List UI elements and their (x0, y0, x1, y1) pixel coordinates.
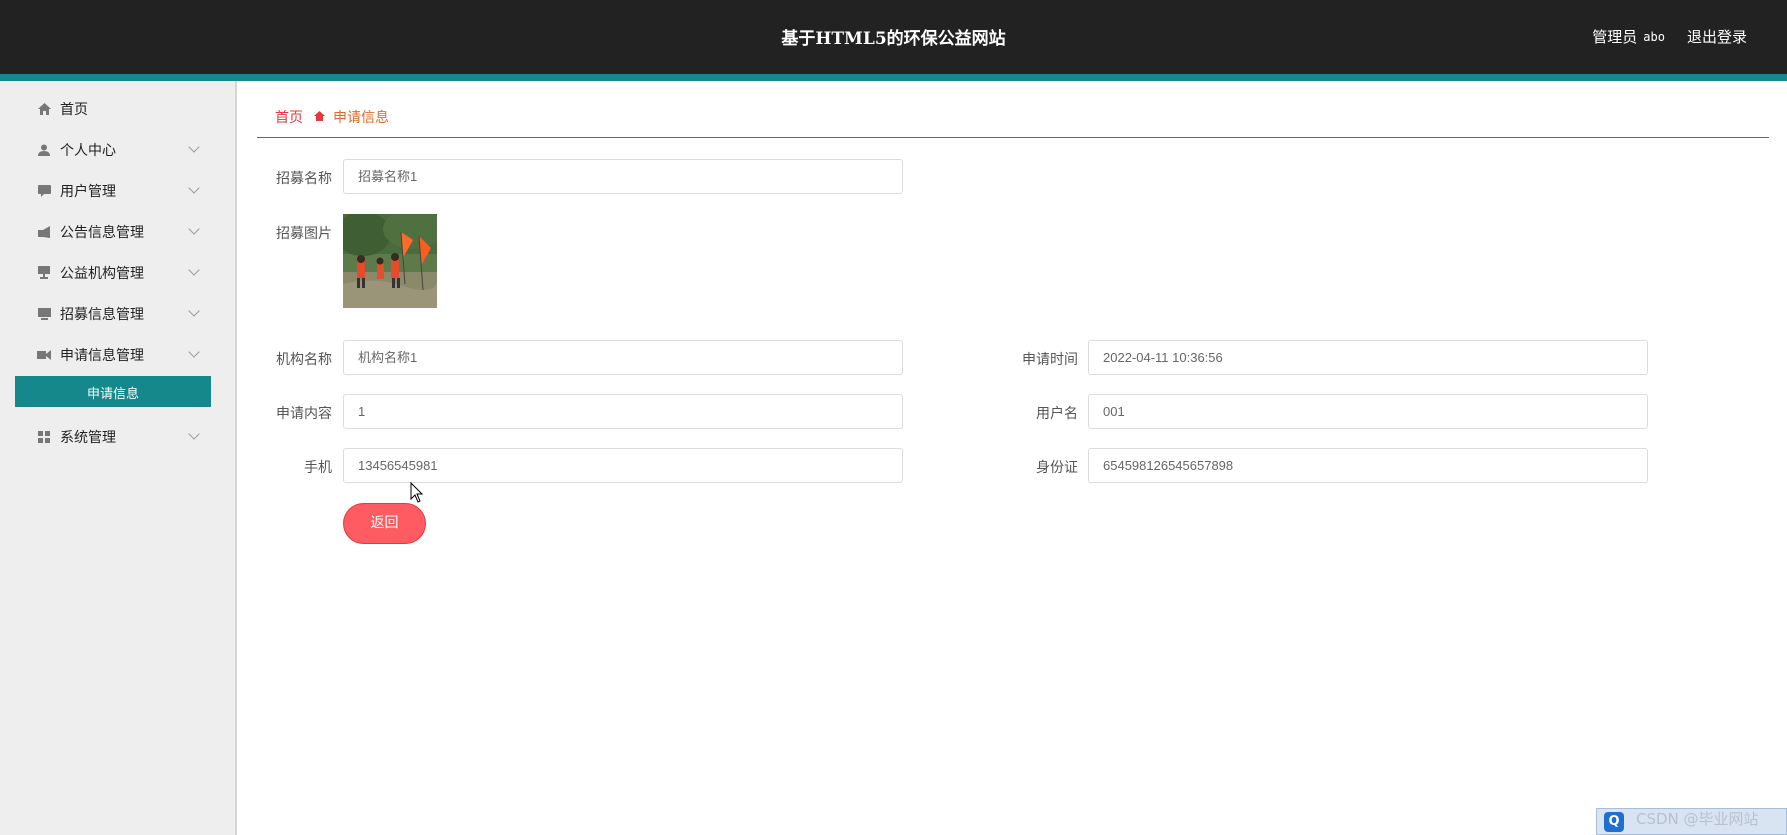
watermark: CSDN @毕业网站 (1636, 810, 1759, 828)
id-card-field[interactable]: 654598126545657898 (1088, 448, 1648, 483)
app-q-icon[interactable]: Q (1604, 812, 1624, 832)
breadcrumb: 首页 申请信息 (275, 107, 389, 127)
user-area: 管理员 abo 退出登录 (1592, 26, 1747, 47)
top-header: 基于HTML5的环保公益网站 管理员 abo 退出登录 (0, 0, 1787, 74)
sidebar-item-notice-management[interactable]: 公告信息管理 (0, 211, 235, 252)
org-name-label: 机构名称 (276, 352, 332, 368)
apply-time-label: 申请时间 (1022, 352, 1078, 368)
recruit-image-label: 招募图片 (276, 226, 332, 242)
breadcrumb-current: 申请信息 (333, 110, 389, 126)
site-title: 基于HTML5的环保公益网站 (781, 29, 1006, 49)
sidebar-item-home[interactable]: 首页 (0, 88, 235, 129)
megaphone-icon (37, 225, 51, 239)
chevron-down-icon (188, 346, 200, 358)
breadcrumb-divider (257, 137, 1769, 138)
apply-content-label: 申请内容 (276, 406, 332, 422)
chevron-down-icon (188, 141, 200, 153)
chevron-down-icon (188, 305, 200, 317)
sidebar-item-system-management[interactable]: 系统管理 (0, 416, 235, 457)
back-button[interactable]: 返回 (343, 503, 426, 544)
username-field[interactable]: 001 (1088, 394, 1648, 429)
phone-field[interactable]: 13456545981 (343, 448, 903, 483)
sidebar-item-recruit-management[interactable]: 招募信息管理 (0, 293, 235, 334)
sidebar-item-label: 用户管理 (60, 183, 116, 200)
sidebar-item-label: 系统管理 (60, 429, 116, 446)
chat-icon (37, 184, 51, 198)
home-icon (37, 102, 51, 116)
sidebar-item-label: 招募信息管理 (60, 306, 144, 323)
sidebar-item-label: 个人中心 (60, 142, 116, 159)
id-card-label: 身份证 (1036, 460, 1078, 476)
sidebar-item-label: 公告信息管理 (60, 224, 144, 241)
sidebar-subitem-application-info[interactable]: 申请信息 (15, 376, 211, 407)
grid-icon (37, 430, 51, 444)
apply-content-field[interactable]: 1 (343, 394, 903, 429)
recruit-image (343, 214, 437, 308)
sidebar-item-org-management[interactable]: 公益机构管理 (0, 252, 235, 293)
user-name: abo (1643, 29, 1665, 44)
user-role: 管理员 (1592, 28, 1638, 46)
breadcrumb-home[interactable]: 首页 (275, 107, 303, 127)
sidebar-item-label: 首页 (60, 101, 88, 118)
recruit-name-label: 招募名称 (276, 171, 332, 187)
recruit-name-field[interactable]: 招募名称1 (343, 159, 903, 194)
house-icon (314, 110, 325, 124)
sidebar-item-label: 公益机构管理 (60, 265, 144, 282)
org-name-field[interactable]: 机构名称1 (343, 340, 903, 375)
username-label: 用户名 (1036, 406, 1078, 422)
sidebar-item-application-management[interactable]: 申请信息管理 (0, 334, 235, 375)
apply-time-field[interactable]: 2022-04-11 10:36:56 (1088, 340, 1648, 375)
video-icon (37, 348, 51, 362)
chevron-down-icon (188, 223, 200, 235)
monitor-icon (37, 266, 51, 280)
chevron-down-icon (188, 428, 200, 440)
sidebar-edge (237, 796, 239, 835)
chevron-down-icon (188, 264, 200, 276)
sidebar-item-user-management[interactable]: 用户管理 (0, 170, 235, 211)
sidebar: 首页 个人中心 用户管理 公告信息管理 公益机构管理 招募信息管理 申请信息管理… (0, 81, 237, 835)
user-icon (37, 143, 51, 157)
mouse-cursor-icon (410, 481, 424, 504)
screen-icon (37, 307, 51, 321)
header-accent-bar (0, 74, 1787, 81)
sidebar-item-label: 申请信息管理 (60, 347, 144, 364)
phone-label: 手机 (304, 460, 332, 476)
chevron-down-icon (188, 182, 200, 194)
sidebar-item-personal-center[interactable]: 个人中心 (0, 129, 235, 170)
logout-link[interactable]: 退出登录 (1687, 26, 1747, 47)
